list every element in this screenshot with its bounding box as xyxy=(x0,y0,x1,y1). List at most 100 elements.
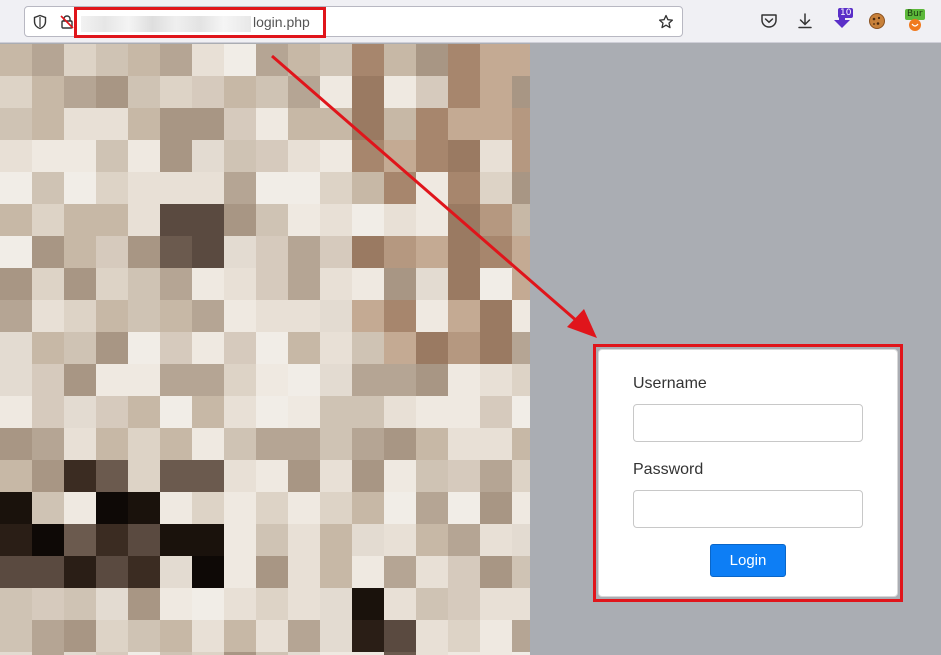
mosaic-tile xyxy=(96,204,128,236)
mosaic-tile xyxy=(416,172,448,204)
login-button[interactable]: Login xyxy=(710,544,786,577)
mosaic-tile xyxy=(512,76,530,108)
mosaic-tile xyxy=(448,236,480,268)
mosaic-tile xyxy=(320,268,352,300)
mosaic-tile xyxy=(96,268,128,300)
mosaic-tile xyxy=(160,588,192,620)
mosaic-tile xyxy=(320,364,352,396)
mosaic-tile xyxy=(288,620,320,652)
username-input[interactable] xyxy=(633,404,863,442)
mosaic-tile xyxy=(128,44,160,76)
mosaic-tile xyxy=(0,108,32,140)
mosaic-tile xyxy=(128,108,160,140)
mosaic-tile xyxy=(512,460,530,492)
mosaic-tile xyxy=(320,556,352,588)
mosaic-tile xyxy=(192,172,224,204)
mosaic-tile xyxy=(160,332,192,364)
mosaic-tile xyxy=(224,44,256,76)
mosaic-tile xyxy=(64,364,96,396)
mosaic-tile xyxy=(128,364,160,396)
mosaic-tile xyxy=(416,428,448,460)
mosaic-tile xyxy=(288,108,320,140)
mosaic-tile xyxy=(512,428,530,460)
mosaic-tile xyxy=(480,300,512,332)
insecure-lock-icon[interactable] xyxy=(59,14,75,30)
mosaic-tile xyxy=(384,44,416,76)
shield-icon[interactable] xyxy=(32,14,48,30)
mosaic-tile xyxy=(128,172,160,204)
mosaic-tile xyxy=(352,460,384,492)
mosaic-tile xyxy=(416,268,448,300)
mosaic-tile xyxy=(32,76,64,108)
mosaic-tile xyxy=(128,620,160,652)
mosaic-tile xyxy=(320,140,352,172)
mosaic-tile xyxy=(512,588,530,620)
mosaic-tile xyxy=(224,492,256,524)
extension-badge-button[interactable]: 10 xyxy=(831,8,854,33)
mosaic-tile xyxy=(96,364,128,396)
mosaic-tile xyxy=(512,524,530,556)
mosaic-tile xyxy=(256,332,288,364)
mosaic-tile xyxy=(64,428,96,460)
mosaic-tile xyxy=(448,620,480,652)
mosaic-tile xyxy=(128,76,160,108)
mosaic-tile xyxy=(64,268,96,300)
mosaic-tile xyxy=(512,364,530,396)
mosaic-tile xyxy=(0,620,32,652)
mosaic-tile xyxy=(512,396,530,428)
arrow-head xyxy=(567,309,597,338)
mosaic-tile xyxy=(416,588,448,620)
mosaic-tile xyxy=(96,300,128,332)
mosaic-tile xyxy=(160,556,192,588)
mosaic-tile xyxy=(320,172,352,204)
mosaic-tile xyxy=(192,108,224,140)
mosaic-tile xyxy=(192,428,224,460)
mosaic-tile xyxy=(352,300,384,332)
mosaic-tile xyxy=(128,492,160,524)
mosaic-tile xyxy=(192,588,224,620)
mosaic-tile xyxy=(64,492,96,524)
mosaic-tile xyxy=(96,524,128,556)
mosaic-tile xyxy=(352,588,384,620)
mosaic-tile xyxy=(192,140,224,172)
burp-extension-label: Bur xyxy=(907,9,923,19)
mosaic-tile xyxy=(0,588,32,620)
mosaic-tile xyxy=(320,44,352,76)
mosaic-tile xyxy=(0,140,32,172)
mosaic-tile xyxy=(224,300,256,332)
mosaic-tile xyxy=(352,44,384,76)
mosaic-tile xyxy=(384,428,416,460)
mosaic-tile xyxy=(32,332,64,364)
mosaic-tile xyxy=(32,140,64,172)
mosaic-tile xyxy=(96,236,128,268)
mosaic-tile xyxy=(192,236,224,268)
mosaic-tile xyxy=(96,492,128,524)
mosaic-tile xyxy=(224,172,256,204)
burp-extension-button[interactable]: Bur xyxy=(903,9,927,33)
mosaic-tile xyxy=(64,140,96,172)
mosaic-tile xyxy=(384,620,416,652)
mosaic-tile xyxy=(96,588,128,620)
mosaic-tile xyxy=(480,204,512,236)
mosaic-tile xyxy=(384,76,416,108)
mosaic-tile xyxy=(224,428,256,460)
download-icon[interactable] xyxy=(795,11,815,31)
mosaic-tile xyxy=(128,140,160,172)
mosaic-tile xyxy=(480,172,512,204)
bookmark-star-icon[interactable] xyxy=(658,14,674,30)
mosaic-tile xyxy=(448,364,480,396)
mosaic-tile xyxy=(160,236,192,268)
mosaic-tile xyxy=(96,620,128,652)
mosaic-tile xyxy=(128,556,160,588)
mosaic-tile xyxy=(448,108,480,140)
mosaic-tile xyxy=(256,364,288,396)
pixel-mosaic xyxy=(0,44,530,655)
cookie-icon[interactable] xyxy=(867,11,887,31)
password-input[interactable] xyxy=(633,490,863,528)
pocket-icon[interactable] xyxy=(759,11,779,31)
mosaic-tile xyxy=(256,620,288,652)
mosaic-tile xyxy=(288,460,320,492)
mosaic-tile xyxy=(416,236,448,268)
mosaic-tile xyxy=(256,396,288,428)
url-text[interactable]: login.php xyxy=(253,14,310,30)
